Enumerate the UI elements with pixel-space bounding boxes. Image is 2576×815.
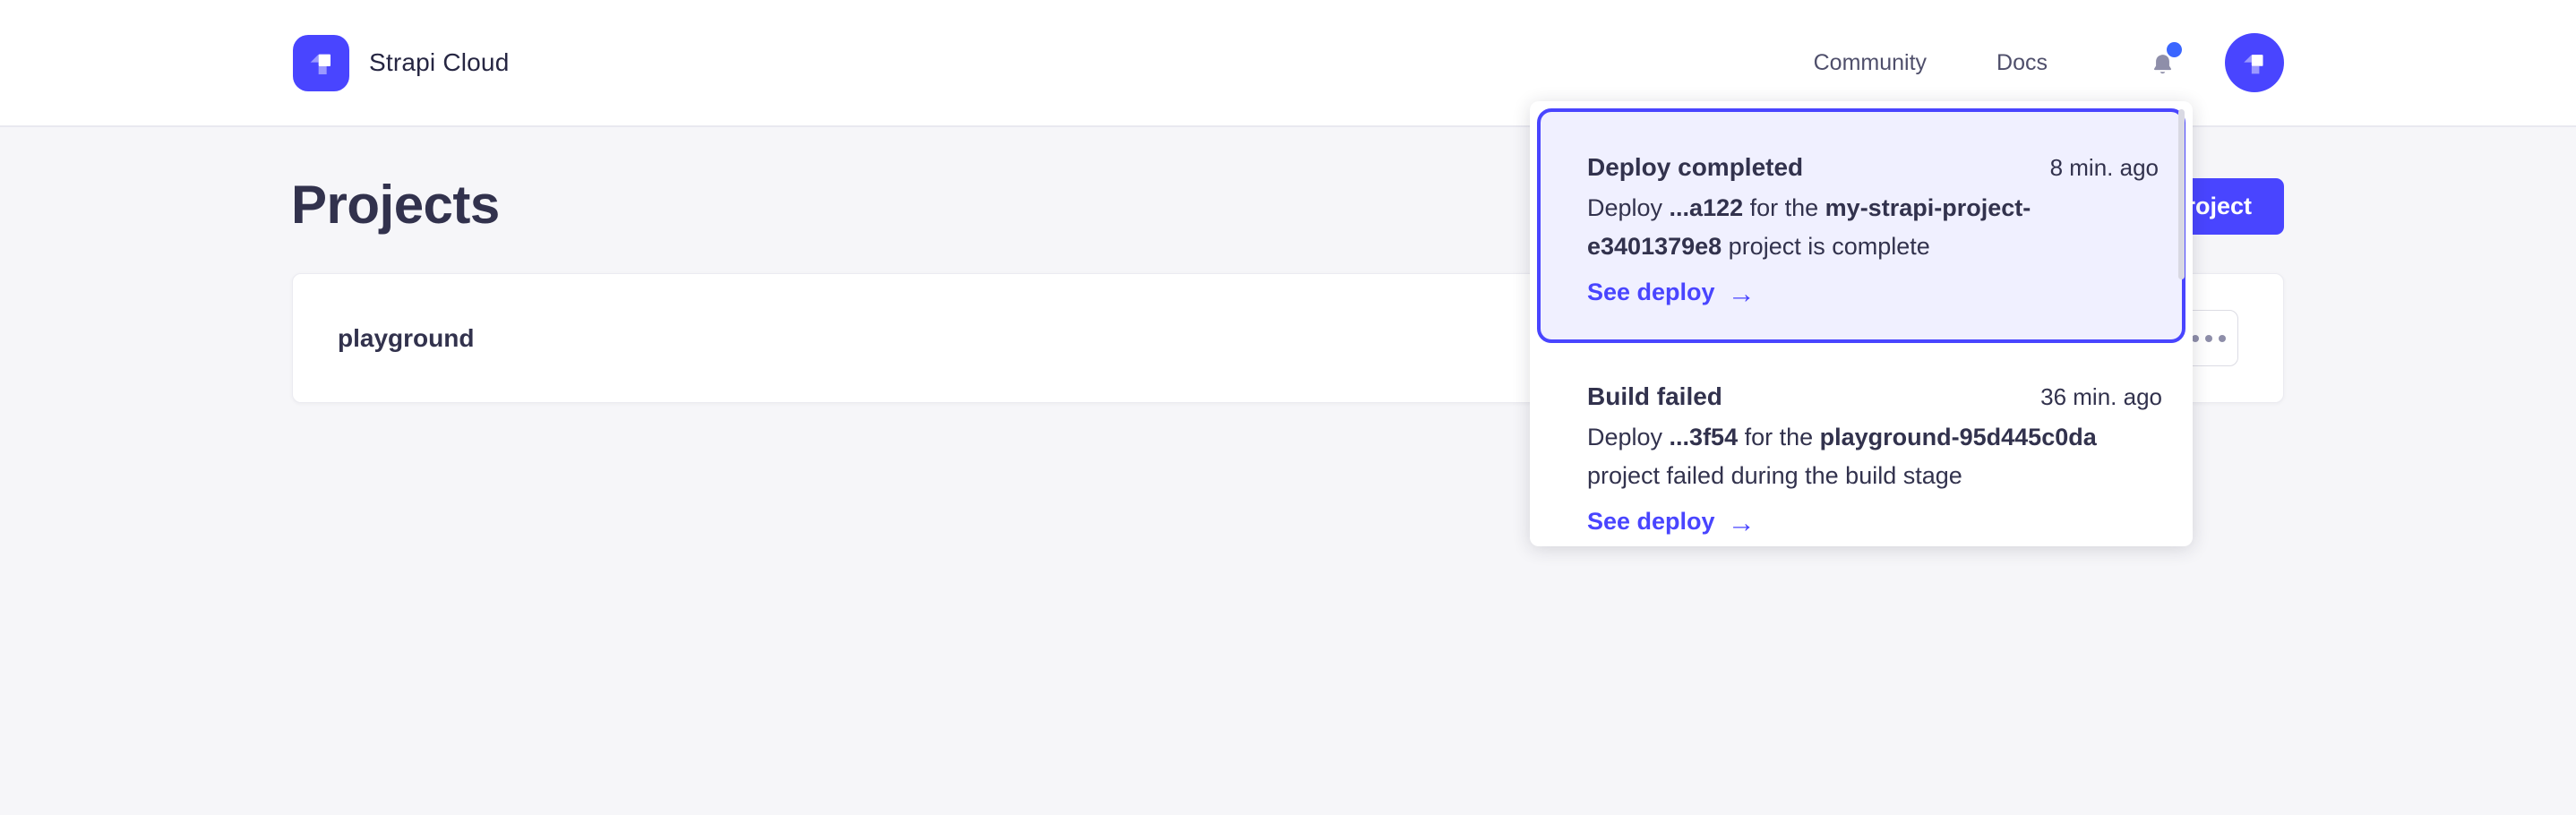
strapi-cloud-app: Strapi Cloud Community Docs Project	[0, 0, 2576, 815]
notifications-button[interactable]	[2144, 42, 2180, 83]
arrow-right-icon: →	[1728, 279, 1756, 307]
see-deploy-link[interactable]: See deploy →	[1587, 508, 1756, 536]
notification-item-build-failed[interactable]: Build failed 36 min. ago Deploy ...3f54 …	[1530, 350, 2193, 546]
see-deploy-link[interactable]: See deploy →	[1587, 279, 1756, 306]
page-title: Projects	[291, 174, 500, 236]
notification-head: Build failed 36 min. ago	[1587, 379, 2162, 415]
notification-body: Deploy ...a122 for the my-strapi-project…	[1587, 189, 2159, 266]
strapi-logo-icon	[293, 35, 349, 91]
bell-icon	[2151, 53, 2175, 80]
nav-community-link[interactable]: Community	[1814, 50, 1927, 76]
project-name: playground	[338, 324, 474, 353]
notification-body: Deploy ...3f54 for the playground-95d445…	[1587, 418, 2162, 495]
notification-time: 36 min. ago	[2040, 383, 2162, 411]
brand-logo[interactable]: Strapi Cloud	[293, 35, 509, 91]
notification-title: Deploy completed	[1587, 150, 1803, 185]
dropdown-scrollbar-thumb[interactable]	[2178, 109, 2185, 279]
notification-time: 8 min. ago	[2050, 154, 2159, 182]
header-nav: Community Docs	[1814, 33, 2284, 92]
ellipsis-icon	[2192, 335, 2226, 342]
user-avatar[interactable]	[2225, 33, 2284, 92]
arrow-right-icon: →	[1728, 509, 1756, 536]
notifications-dropdown: Deploy completed 8 min. ago Deploy ...a1…	[1530, 101, 2193, 546]
notification-item-deploy-completed[interactable]: Deploy completed 8 min. ago Deploy ...a1…	[1537, 108, 2185, 343]
strapi-avatar-mark-icon	[2237, 46, 2271, 80]
nav-docs-link[interactable]: Docs	[1996, 50, 2048, 76]
notification-head: Deploy completed 8 min. ago	[1587, 150, 2159, 185]
notification-title: Build failed	[1587, 379, 1722, 415]
notification-unread-dot	[2167, 42, 2182, 57]
brand-name: Strapi Cloud	[369, 48, 509, 77]
